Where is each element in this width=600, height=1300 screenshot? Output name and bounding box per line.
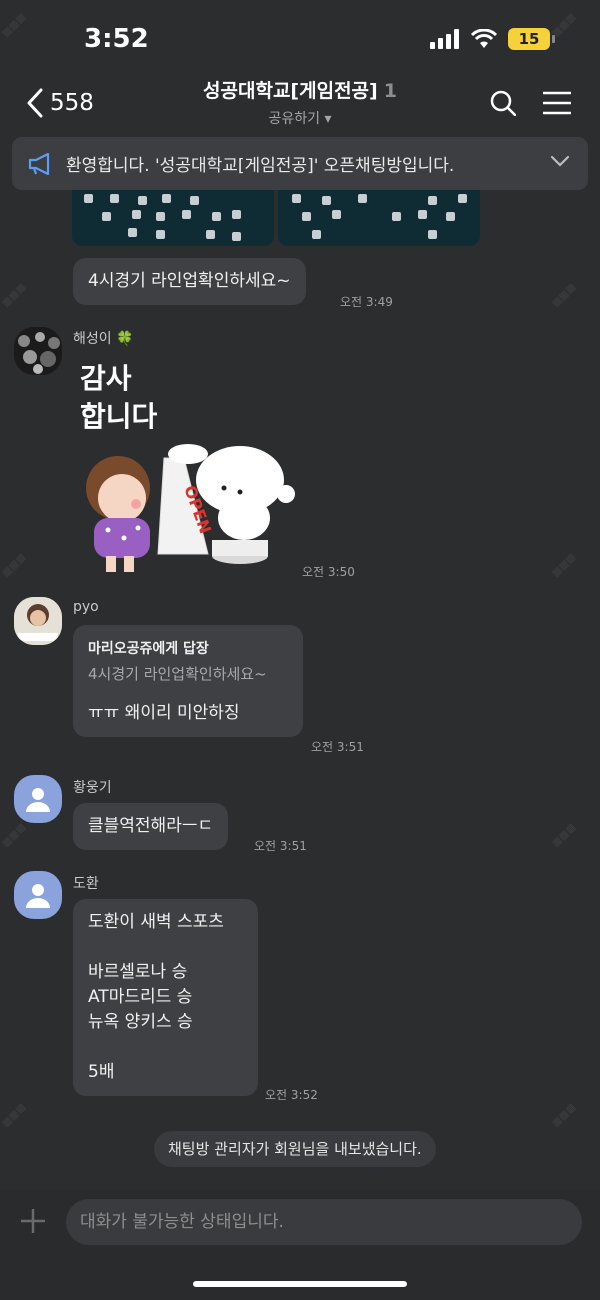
wifi-icon [470, 29, 498, 48]
message-line: 뉴옥 양키스 승 [88, 1012, 193, 1032]
message-line: 도환이 새벽 스포츠 [88, 912, 224, 932]
share-label: 공유하기 [268, 111, 321, 127]
search-icon[interactable] [490, 90, 516, 116]
notice-text: 환영합니다. '성공대학교[게임전공]' 오픈채팅방입니다. [66, 156, 455, 176]
status-icons: 15 [430, 28, 555, 50]
watermark-mark: ▦▦▦ [0, 281, 29, 310]
member-count: 1 [383, 80, 397, 102]
lineup-image-2[interactable] [278, 190, 480, 246]
sender-name: 도환 [73, 876, 99, 892]
person-icon [26, 788, 50, 812]
message-bubble[interactable]: 4시경기 라인업확인하세요~ [73, 258, 306, 305]
message-line: AT마드리드 승 [88, 987, 193, 1007]
reply-quote: 4시경기 라인업확인하세요~ [88, 665, 267, 683]
message-bubble[interactable]: 도환이 새벽 스포츠 바르셀로나 승 AT마드리드 승 뉴옥 양키스 승 5배 [73, 899, 258, 1096]
status-time: 3:52 [84, 24, 149, 54]
chat-header: 558 성공대학교[게임전공] 1 공유하기 ▾ [0, 70, 600, 136]
notice-banner[interactable]: 환영합니다. '성공대학교[게임전공]' 오픈채팅방입니다. [12, 137, 588, 190]
message-time: 오전 3:50 [302, 565, 355, 579]
lineup-image-1[interactable] [72, 190, 274, 246]
reply-message-bubble[interactable]: 마리오공쥬에게 답장 4시경기 라인업확인하세요~ ㅠㅠ 왜이리 미안하징 [73, 625, 303, 737]
lineup-images[interactable] [72, 190, 480, 246]
message-text: 클블역전해라ㅡㄷ [88, 816, 214, 836]
message-text: ㅠㅠ 왜이리 미안하징 [88, 703, 240, 723]
plus-icon[interactable] [20, 1208, 46, 1234]
message-time: 오전 3:51 [254, 839, 307, 853]
message-line [88, 935, 243, 960]
caret-down-icon: ▾ [324, 111, 332, 127]
reply-to-label: 마리오공쥬에게 답장 [88, 641, 209, 657]
avatar[interactable] [14, 597, 62, 645]
chevron-down-icon[interactable] [550, 154, 570, 168]
message-line [88, 1035, 243, 1060]
sender-name: 해성이 🍀 [73, 331, 134, 347]
message-bubble[interactable]: 클블역전해라ㅡㄷ [73, 803, 229, 850]
watermark-mark: ▦▦▦ [0, 551, 29, 580]
person-icon [26, 884, 50, 908]
status-bar: 3:52 15 [0, 0, 600, 80]
sticker[interactable]: 감사 합니다 OPEN [72, 358, 304, 580]
signal-icon [430, 29, 459, 49]
sticker-text-2: 합니다 [80, 400, 158, 433]
message-line: 바르셀로나 승 [88, 962, 188, 982]
sender-name: pyo [73, 599, 99, 615]
watermark-mark: ▦▦▦ [0, 821, 29, 850]
watermark-mark: ▦▦▦ [550, 1101, 579, 1130]
message-line: 5배 [88, 1062, 115, 1082]
header-actions [490, 90, 572, 116]
message-input[interactable] [66, 1199, 582, 1245]
message-time: 오전 3:49 [340, 295, 393, 309]
avatar[interactable] [14, 327, 62, 375]
message-text: 4시경기 라인업확인하세요~ [88, 271, 291, 291]
watermark-mark: ▦▦▦ [0, 1101, 29, 1130]
home-indicator[interactable] [193, 1281, 407, 1287]
message-time: 오전 3:52 [265, 1088, 318, 1102]
system-message: 채팅방 관리자가 회원님을 내보냈습니다. [154, 1131, 436, 1167]
watermark-mark: ▦▦▦ [550, 281, 579, 310]
sender-name: 황웅기 [73, 780, 112, 796]
sticker-text-1: 감사 [80, 362, 132, 395]
sticker-image: 감사 합니다 OPEN [80, 362, 295, 572]
watermark-mark: ▦▦▦ [550, 551, 579, 580]
watermark-mark: ▦▦▦ [550, 821, 579, 850]
avatar-image [14, 327, 62, 375]
avatar[interactable] [14, 775, 62, 823]
chat-title-text: 성공대학교[게임전공] [203, 80, 378, 102]
menu-icon[interactable] [542, 91, 572, 115]
message-time: 오전 3:51 [311, 740, 364, 754]
avatar[interactable] [14, 871, 62, 919]
megaphone-icon [28, 152, 50, 175]
battery-indicator: 15 [508, 28, 555, 50]
avatar-image [14, 597, 62, 645]
